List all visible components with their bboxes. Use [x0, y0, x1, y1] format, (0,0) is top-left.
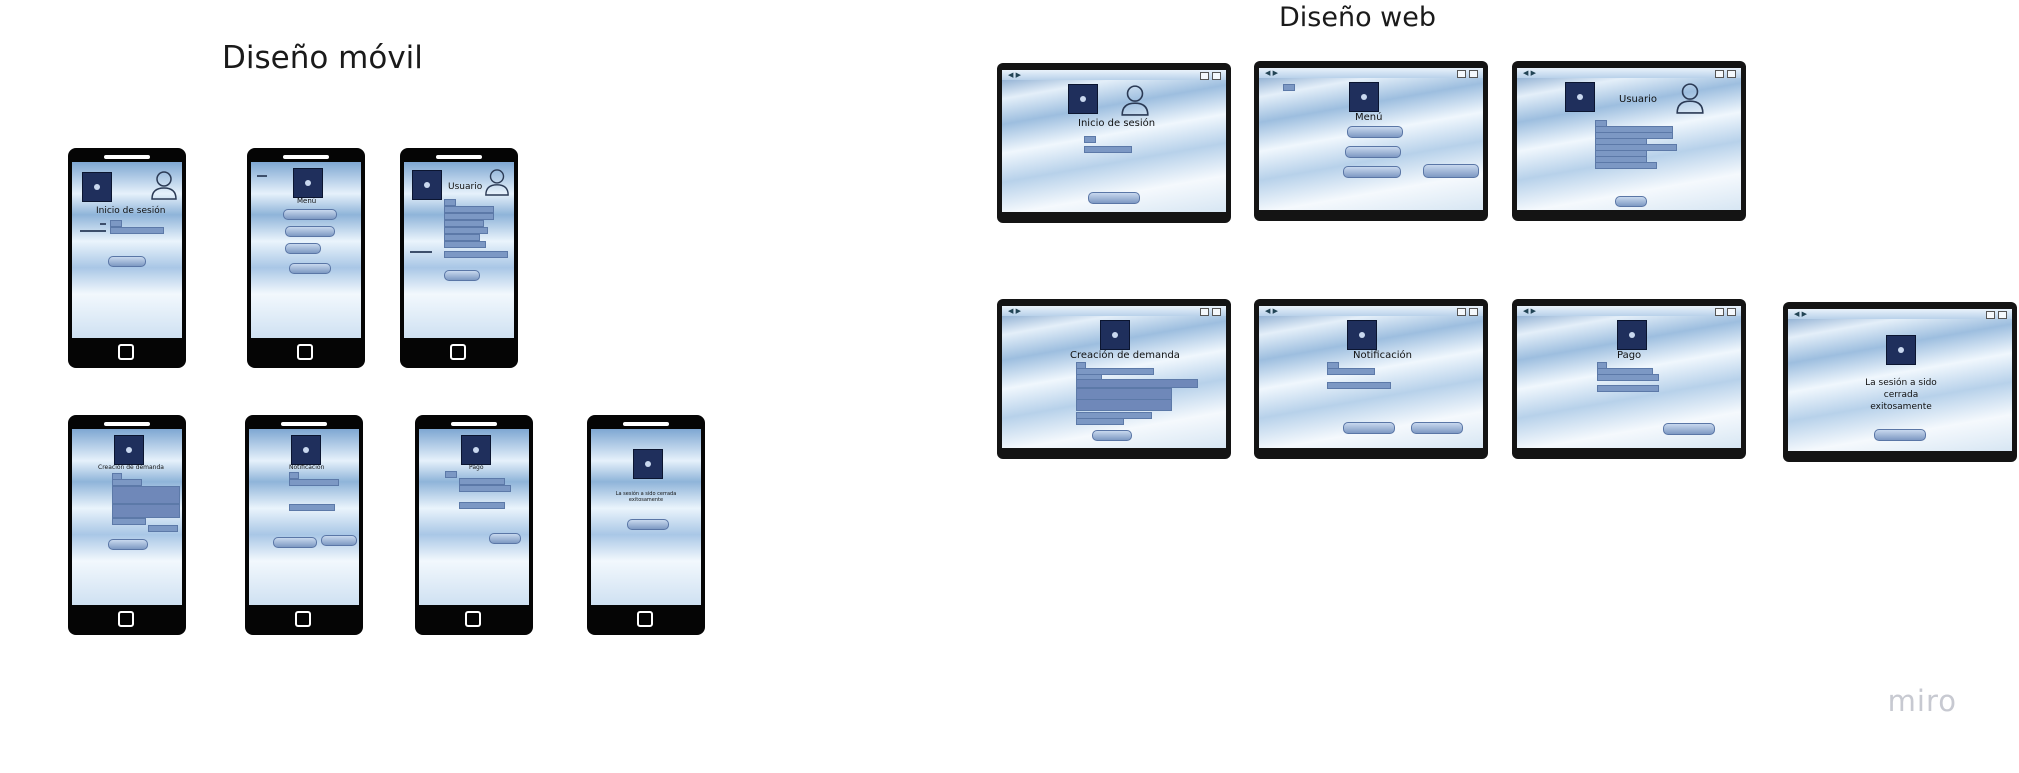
logo-icon: [1886, 335, 1916, 365]
screen-message: La sesión a sido cerrada exitosamente: [1865, 378, 1937, 412]
back-arrow-icon[interactable]: ◀ ▶: [1265, 307, 1278, 315]
register-button[interactable]: [1615, 196, 1647, 207]
create-demand-button[interactable]: [1092, 430, 1132, 441]
logo-icon: [1349, 82, 1379, 112]
web-user-mockup: ◀ ▶ Usuario: [1512, 61, 1746, 221]
create-demand-button[interactable]: [108, 539, 148, 550]
screen-title: Inicio de sesión: [1078, 118, 1156, 129]
home-button-icon: [465, 611, 481, 627]
logo-icon: [1617, 320, 1647, 350]
mobile-login-mockup: Inicio de sesión: [68, 148, 186, 368]
menu-button[interactable]: [285, 243, 321, 254]
user-icon: [1121, 85, 1149, 116]
logo-icon: [1565, 82, 1595, 112]
login-button[interactable]: [1088, 192, 1140, 204]
pay-button[interactable]: [489, 533, 521, 544]
next-button[interactable]: [321, 535, 357, 546]
screen-title: Creación de demanda: [1070, 350, 1180, 361]
mobile-user-mockup: Usuario: [400, 148, 518, 368]
screen-title: Creación de demanda: [98, 464, 164, 471]
back-arrow-icon[interactable]: ◀ ▶: [1794, 310, 1807, 318]
logo-icon: [412, 170, 442, 200]
user-icon: [1676, 83, 1704, 114]
mobile-logout-mockup: La sesión a sido cerrada exitosamente: [587, 415, 705, 635]
notification-button[interactable]: [273, 537, 317, 548]
mobile-demand-mockup: Creación de demanda: [68, 415, 186, 635]
mobile-notification-mockup: Notificación: [245, 415, 363, 635]
login-button[interactable]: [108, 256, 146, 267]
back-to-login-button[interactable]: [1874, 429, 1926, 441]
id-field[interactable]: [110, 220, 122, 227]
logo-icon: [1347, 320, 1377, 350]
web-payment-mockup: ◀ ▶ Pago: [1512, 299, 1746, 459]
screen-title: Usuario: [448, 182, 483, 192]
mobile-menu-mockup: Menú: [247, 148, 365, 368]
back-arrow-icon[interactable]: ◀ ▶: [1523, 307, 1536, 315]
home-button-icon: [450, 344, 466, 360]
user-icon: [485, 169, 509, 196]
web-logout-mockup: ◀ ▶ La sesión a sido cerrada exitosament…: [1783, 302, 2017, 462]
home-button-icon: [118, 344, 134, 360]
menu-button[interactable]: [285, 226, 335, 237]
logo-icon: [461, 435, 491, 465]
screen-title: Notificación: [1353, 350, 1412, 361]
user-icon: [151, 171, 177, 200]
logo-icon: [1068, 84, 1098, 114]
screen-title: Inicio de sesión: [96, 206, 166, 216]
logo-icon: [82, 172, 112, 202]
web-section-title: Diseño web: [1279, 2, 1437, 33]
logo-icon: [291, 435, 321, 465]
mobile-section-title: Diseño móvil: [222, 40, 423, 76]
web-login-mockup: ◀ ▶ Inicio de sesión: [997, 63, 1231, 223]
back-to-login-button[interactable]: [627, 519, 669, 530]
back-arrow-icon[interactable]: ◀ ▶: [1008, 71, 1021, 79]
register-button[interactable]: [444, 270, 480, 281]
mobile-payment-mockup: Pago: [415, 415, 533, 635]
pay-button[interactable]: [1663, 423, 1715, 435]
web-menu-mockup: ◀ ▶ Menú: [1254, 61, 1488, 221]
logo-icon: [633, 449, 663, 479]
web-demand-mockup: ◀ ▶ Creación de demanda: [997, 299, 1231, 459]
screen-title: Menú: [297, 197, 317, 205]
screen-title: Pago: [469, 464, 484, 471]
back-arrow-icon[interactable]: ◀ ▶: [1523, 69, 1536, 77]
next-button[interactable]: [1411, 422, 1463, 434]
home-button-icon: [297, 344, 313, 360]
screen-message: La sesión a sido cerrada exitosamente: [615, 491, 677, 503]
web-notification-mockup: ◀ ▶ Notificación: [1254, 299, 1488, 459]
logo-icon: [293, 168, 323, 198]
home-button-icon: [637, 611, 653, 627]
screen-title: Notificación: [289, 464, 325, 471]
miro-watermark: miro: [1887, 684, 1957, 718]
home-button-icon: [118, 611, 134, 627]
screen-title: Menú: [1355, 112, 1383, 123]
notification-button[interactable]: [1343, 422, 1395, 434]
home-button-icon: [295, 611, 311, 627]
window-controls-icon[interactable]: [1200, 72, 1209, 80]
password-field[interactable]: [110, 227, 164, 234]
menu-button[interactable]: [283, 209, 337, 220]
back-arrow-icon[interactable]: ◀ ▶: [1265, 69, 1278, 77]
screen-title: Pago: [1617, 350, 1642, 361]
menu-button[interactable]: [289, 263, 331, 274]
screen-title: Usuario: [1619, 94, 1658, 105]
logo-icon: [1100, 320, 1130, 350]
logo-icon: [114, 435, 144, 465]
back-arrow-icon[interactable]: ◀ ▶: [1008, 307, 1021, 315]
